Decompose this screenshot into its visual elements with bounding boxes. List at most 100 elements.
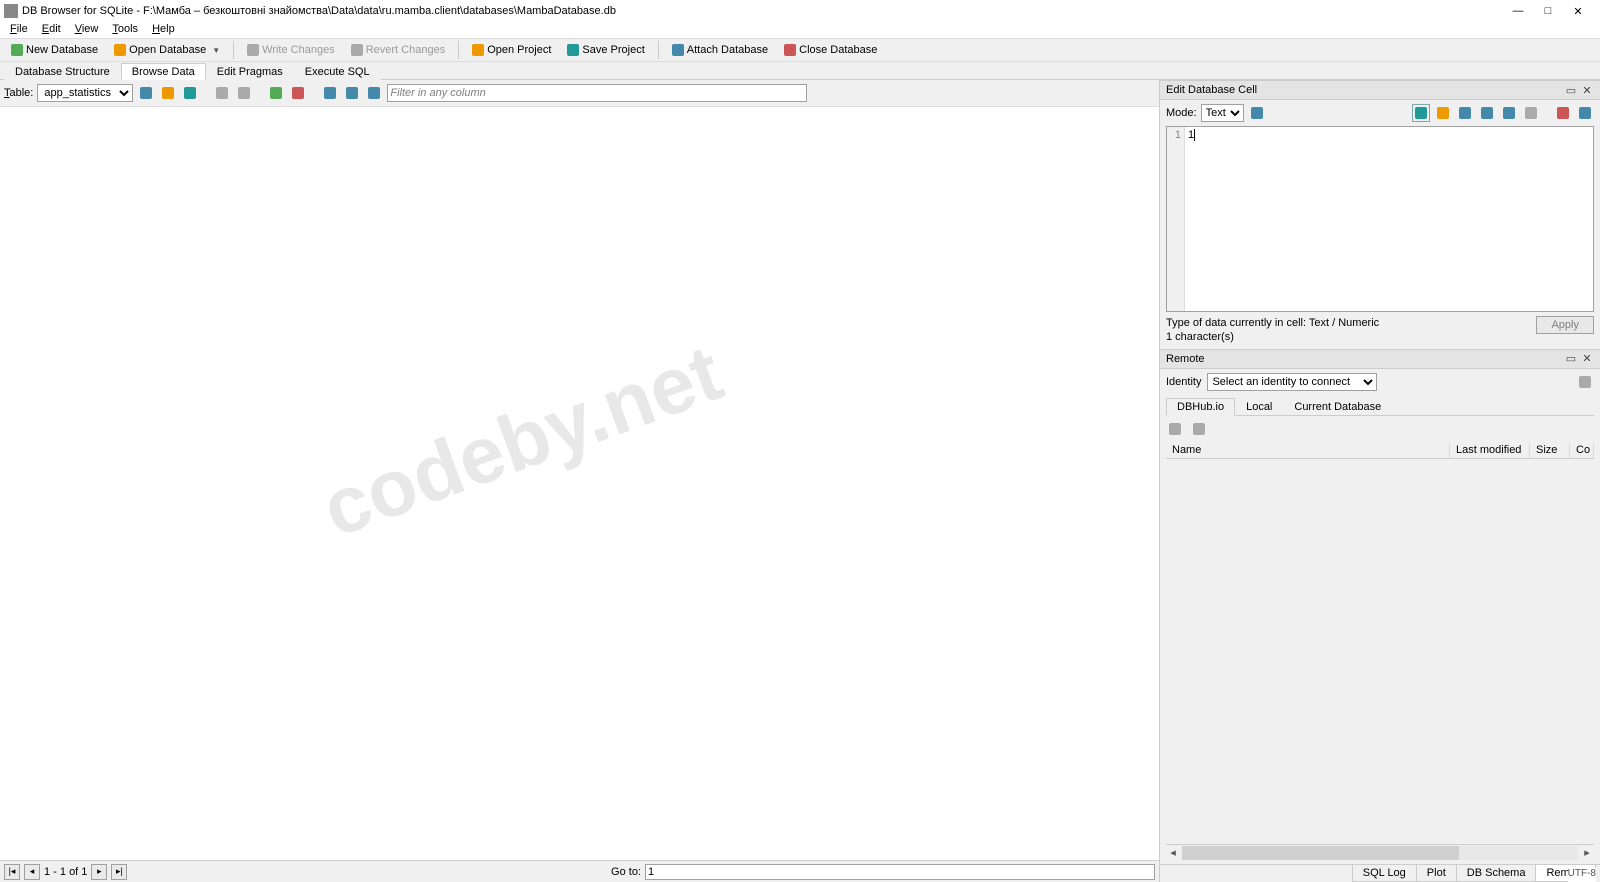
edit-cell-body: Mode: Text 1 1	[1160, 100, 1600, 349]
col-commit[interactable]: Co	[1570, 442, 1594, 458]
tab-edit-pragmas[interactable]: Edit Pragmas	[206, 63, 294, 80]
copy-icon[interactable]	[1478, 104, 1496, 122]
title-bar: DB Browser for SQLite - F:\Мамба – безко…	[0, 0, 1600, 22]
save-project-button[interactable]: Save Project	[560, 42, 651, 58]
window-title: DB Browser for SQLite - F:\Мамба – безко…	[22, 5, 1500, 17]
nav-last-button[interactable]: ▸|	[111, 864, 127, 880]
menu-view[interactable]: View	[69, 23, 105, 35]
find-icon[interactable]	[321, 84, 339, 102]
remote-tab-dbhub[interactable]: DBHub.io	[1166, 398, 1235, 416]
undock-remote-icon[interactable]: ▭	[1564, 352, 1578, 366]
identity-settings-icon[interactable]	[1576, 373, 1594, 391]
toolbar-separator	[233, 41, 234, 59]
content-area: Table: app_statistics _id	[0, 80, 1600, 882]
toolbar-separator	[658, 41, 659, 59]
mode-select[interactable]: Text	[1201, 104, 1244, 122]
bottom-dock-tabs: SQL Log Plot DB Schema Remote	[1160, 864, 1600, 882]
apply-button[interactable]: Apply	[1536, 316, 1594, 334]
delete-record-icon[interactable]	[289, 84, 307, 102]
new-db-icon	[11, 44, 23, 56]
remote-hscrollbar[interactable]: ◂ ▸	[1166, 844, 1594, 860]
remote-tab-local[interactable]: Local	[1235, 398, 1283, 416]
tab-database-structure[interactable]: Database Structure	[4, 63, 121, 80]
table-select[interactable]: app_statistics	[37, 84, 133, 102]
close-remote-icon[interactable]: ✕	[1580, 352, 1594, 366]
paste-icon[interactable]	[1500, 104, 1518, 122]
col-name[interactable]: Name	[1166, 442, 1450, 458]
menu-file[interactable]: File	[4, 23, 34, 35]
chevron-down-icon[interactable]: ▼	[212, 46, 220, 55]
filter-any-column-input[interactable]	[387, 84, 807, 102]
remote-title: Remote	[1166, 353, 1562, 365]
tab-execute-sql[interactable]: Execute SQL	[294, 63, 381, 80]
save-project-icon	[567, 44, 579, 56]
remote-tab-current[interactable]: Current Database	[1283, 398, 1392, 416]
revert-icon	[351, 44, 363, 56]
insert-record-icon[interactable]	[267, 84, 285, 102]
autoformat-icon[interactable]	[1248, 104, 1266, 122]
remote-list-header: Name Last modified Size Co	[1166, 442, 1594, 459]
close-panel-icon[interactable]: ✕	[1580, 83, 1594, 97]
clear-filters-icon[interactable]	[159, 84, 177, 102]
bottom-tab-plot[interactable]: Plot	[1416, 865, 1457, 882]
bottom-tab-dbschema[interactable]: DB Schema	[1456, 865, 1537, 882]
nav-first-button[interactable]: |◂	[4, 864, 20, 880]
remote-list[interactable]: Name Last modified Size Co	[1166, 442, 1594, 844]
revert-changes-button: Revert Changes	[344, 42, 453, 58]
new-db-label: New Database	[26, 44, 98, 56]
new-database-button[interactable]: New Database	[4, 42, 105, 58]
nav-prev-button[interactable]: ◂	[24, 864, 40, 880]
status-bar: UTF-8	[1568, 868, 1596, 882]
close-database-button[interactable]: Close Database	[777, 42, 884, 58]
goto-input[interactable]	[645, 864, 1155, 880]
open-project-button[interactable]: Open Project	[465, 42, 558, 58]
col-lastmod[interactable]: Last modified	[1450, 442, 1530, 458]
right-pane: Edit Database Cell ▭ ✕ Mode: Text	[1160, 80, 1600, 882]
null-icon[interactable]	[1456, 104, 1474, 122]
print-icon[interactable]	[213, 84, 231, 102]
window-controls: — □ ✕	[1500, 5, 1596, 17]
export-file-icon[interactable]	[1434, 104, 1452, 122]
write-label: Write Changes	[262, 44, 335, 56]
save-filter-icon[interactable]	[181, 84, 199, 102]
tab-browse-data[interactable]: Browse Data	[121, 63, 206, 80]
app-icon	[4, 4, 18, 18]
print-cell-icon[interactable]	[1576, 104, 1594, 122]
erase-icon[interactable]	[1554, 104, 1572, 122]
nav-next-button[interactable]: ▸	[91, 864, 107, 880]
edit-cell-title: Edit Database Cell	[1166, 84, 1562, 96]
write-changes-button: Write Changes	[240, 42, 342, 58]
menu-help[interactable]: Help	[146, 23, 181, 35]
refresh-icon[interactable]	[137, 84, 155, 102]
export-icon[interactable]	[235, 84, 253, 102]
mode-label: Mode:	[1166, 107, 1197, 119]
maximize-button[interactable]: □	[1542, 5, 1554, 17]
open-database-button[interactable]: Open Database ▼	[107, 42, 227, 58]
save-project-label: Save Project	[582, 44, 644, 56]
open-project-icon	[472, 44, 484, 56]
open-db-label: Open Database	[129, 44, 206, 56]
identity-select[interactable]: Select an identity to connect	[1207, 373, 1377, 391]
menu-tools[interactable]: Tools	[106, 23, 144, 35]
undock-icon[interactable]: ▭	[1564, 83, 1578, 97]
scroll-thumb[interactable]	[1182, 846, 1459, 860]
remote-push-icon[interactable]	[1190, 420, 1208, 438]
clear-icon[interactable]	[1522, 104, 1540, 122]
replace-icon[interactable]	[343, 84, 361, 102]
bottom-tab-sqllog[interactable]: SQL Log	[1352, 865, 1417, 882]
minimize-button[interactable]: —	[1512, 5, 1524, 17]
scroll-left-icon[interactable]: ◂	[1166, 846, 1180, 859]
cell-editor[interactable]: 1 1	[1166, 126, 1594, 312]
goto-icon[interactable]	[365, 84, 383, 102]
table-label: Table:	[4, 87, 33, 99]
scroll-track[interactable]	[1182, 846, 1578, 860]
attach-database-button[interactable]: Attach Database	[665, 42, 775, 58]
close-button[interactable]: ✕	[1572, 5, 1584, 17]
editor-textarea[interactable]: 1	[1185, 127, 1593, 311]
remote-tabstrip: DBHub.io Local Current Database	[1166, 397, 1594, 416]
remote-refresh-icon[interactable]	[1166, 420, 1184, 438]
scroll-right-icon[interactable]: ▸	[1580, 846, 1594, 859]
menu-edit[interactable]: Edit	[36, 23, 67, 35]
col-size[interactable]: Size	[1530, 442, 1570, 458]
import-icon[interactable]	[1412, 104, 1430, 122]
